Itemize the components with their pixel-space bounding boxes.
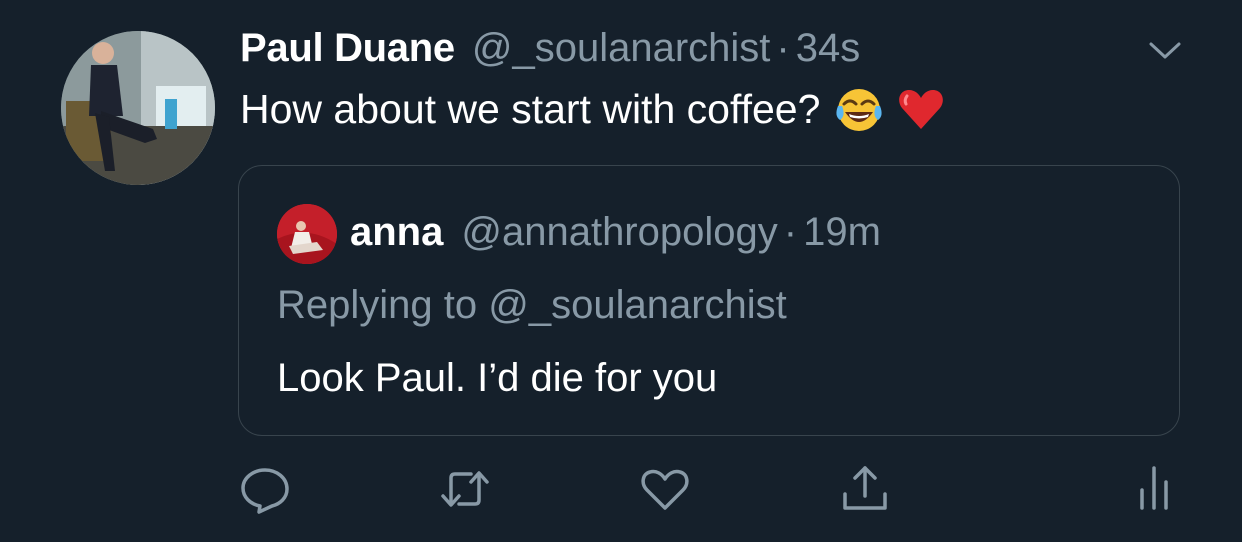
share-button[interactable] xyxy=(837,462,893,516)
separator-dot: · xyxy=(776,26,790,70)
tweet-timestamp[interactable]: 34s xyxy=(796,26,861,71)
retweet-button[interactable] xyxy=(437,462,493,516)
tweet-body: How about we start with coffee? xyxy=(240,84,946,134)
share-icon xyxy=(843,466,887,510)
retweet-icon xyxy=(441,471,489,507)
chevron-down-icon xyxy=(1149,42,1181,59)
quoted-tweet-text: Look Paul. I’d die for you xyxy=(277,356,718,400)
quoted-author-avatar[interactable] xyxy=(277,204,337,264)
face-with-tears-of-joy-icon xyxy=(834,84,884,134)
author-handle[interactable]: @_soulanarchist xyxy=(472,26,771,71)
red-heart-icon xyxy=(896,84,946,134)
quoted-author-name[interactable]: anna xyxy=(350,210,443,255)
reply-icon xyxy=(241,468,289,514)
quoted-author-handle[interactable]: @annathropology xyxy=(461,210,777,255)
analytics-button[interactable] xyxy=(1127,462,1183,516)
analytics-icon xyxy=(1140,466,1168,510)
tweet-text: How about we start with coffee? xyxy=(240,85,821,132)
author-avatar[interactable] xyxy=(61,31,215,185)
reply-button[interactable] xyxy=(237,462,293,516)
separator-dot: · xyxy=(783,210,798,254)
like-button[interactable] xyxy=(637,462,693,516)
quoted-tweet-timestamp[interactable]: 19m xyxy=(803,210,881,255)
more-options-button[interactable] xyxy=(1147,36,1183,66)
tweet-header: Paul Duane @_soulanarchist · 34s xyxy=(240,26,860,76)
quoted-tweet-header: anna @annathropology · 19m xyxy=(350,210,881,255)
author-name[interactable]: Paul Duane xyxy=(240,26,455,71)
replying-to-label: Replying to @_soulanarchist xyxy=(277,283,787,327)
like-icon xyxy=(641,469,689,510)
quoted-tweet[interactable]: anna @annathropology · 19m Replying to @… xyxy=(238,165,1180,436)
tweet-card[interactable]: Paul Duane @_soulanarchist · 34s How abo… xyxy=(0,0,1242,542)
